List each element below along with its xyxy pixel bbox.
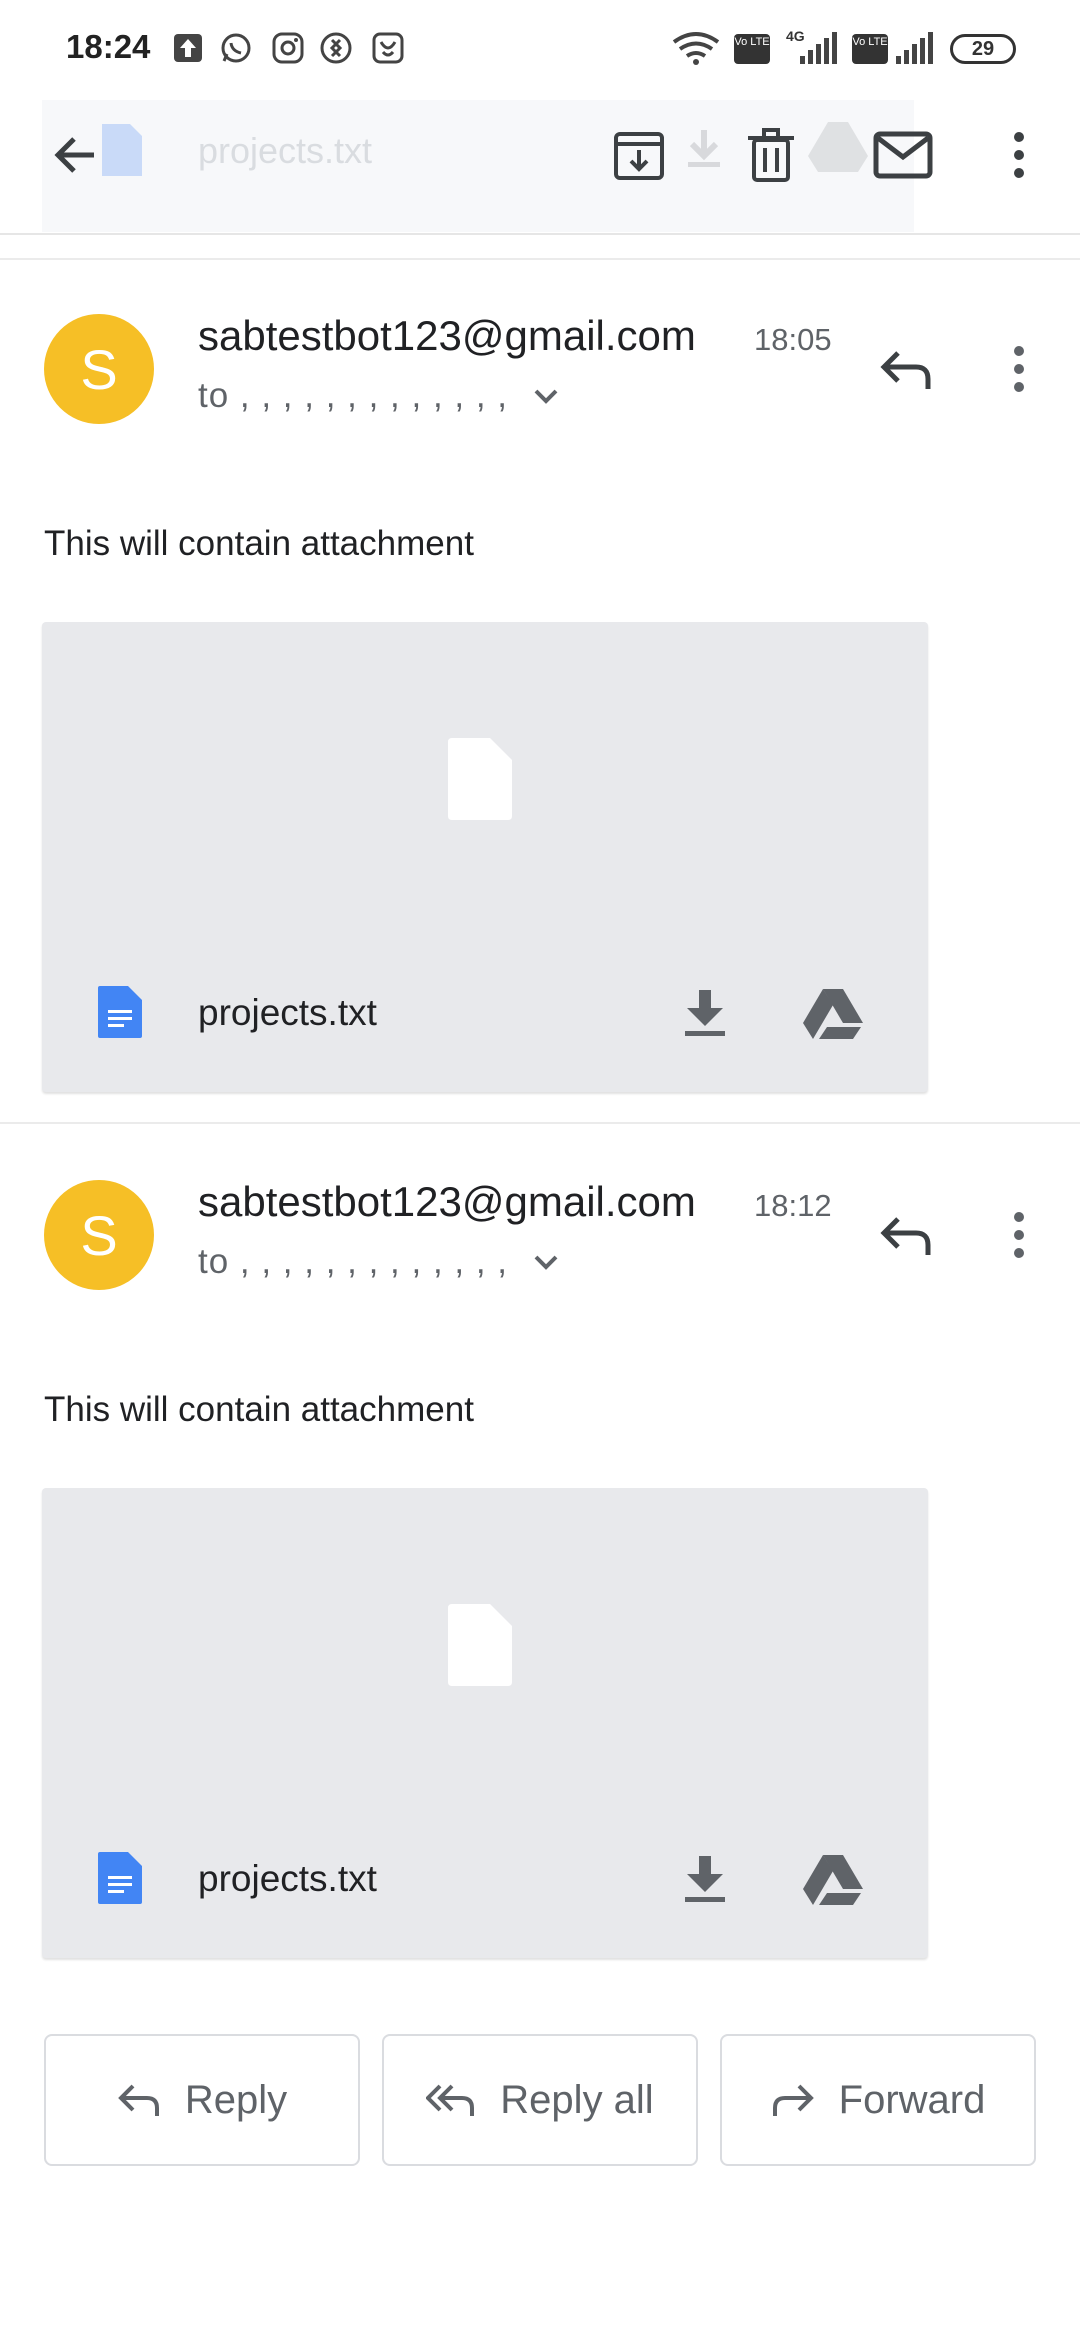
archive-button[interactable] xyxy=(604,120,674,190)
divider xyxy=(0,1122,1080,1124)
upload-icon xyxy=(174,34,202,62)
save-to-drive-button[interactable] xyxy=(798,1844,868,1914)
delete-button[interactable] xyxy=(736,120,806,190)
message-body: This will contain attachment xyxy=(44,524,474,563)
volte-badge-2: Vo LTE xyxy=(852,34,888,64)
recipients: to , , , , , , , , , , , , , xyxy=(198,376,509,415)
doc-icon xyxy=(98,986,142,1038)
more-options-button[interactable] xyxy=(984,120,1054,190)
mark-unread-icon xyxy=(873,131,933,179)
reply-label: Reply xyxy=(184,2077,288,2122)
more-options-icon xyxy=(1014,346,1024,392)
forward-label: Forward xyxy=(838,2077,986,2122)
attachment-file-name: projects.txt xyxy=(198,992,377,1033)
doc-icon xyxy=(98,1852,142,1904)
sender-email[interactable]: sabtestbot123@gmail.com xyxy=(198,1178,696,1226)
recipients: to , , , , , , , , , , , , , xyxy=(198,1242,509,1281)
instagram-icon xyxy=(272,32,304,64)
reply-all-icon xyxy=(426,2084,475,2116)
volte-badge-1: Vo LTE xyxy=(734,34,770,64)
drive-icon xyxy=(803,1855,863,1905)
reply-all-label: Reply all xyxy=(500,2077,654,2122)
reply-button[interactable] xyxy=(870,334,940,404)
signal-icon-2 xyxy=(896,32,933,64)
reply-icon xyxy=(880,351,931,389)
avatar[interactable]: S xyxy=(44,314,154,424)
message-body: This will contain attachment xyxy=(44,1390,474,1429)
forward-icon xyxy=(772,2084,814,2116)
back-button[interactable] xyxy=(40,120,110,190)
mark-unread-button[interactable] xyxy=(868,120,938,190)
reply-all-action-button[interactable]: Reply all xyxy=(382,2034,698,2166)
attachment-card[interactable]: projects.txt xyxy=(42,622,928,1092)
whatsapp-icon xyxy=(221,33,251,63)
signal-icon-1 xyxy=(800,32,837,64)
ghost-drive-icon xyxy=(808,122,868,172)
shazam-icon xyxy=(320,32,352,64)
battery-indicator: 29 xyxy=(950,34,1016,64)
drive-icon xyxy=(803,989,863,1039)
attachment-file-name: projects.txt xyxy=(198,1858,377,1899)
chevron-down-icon xyxy=(534,389,558,404)
file-preview-icon xyxy=(448,1604,512,1686)
download-icon xyxy=(685,990,725,1036)
divider xyxy=(0,258,1080,260)
battery-level: 29 xyxy=(971,37,995,60)
ghost-file-title: projects.txt xyxy=(198,130,373,171)
message-more-button[interactable] xyxy=(984,334,1054,404)
download-icon xyxy=(685,1856,725,1902)
download-button[interactable] xyxy=(670,1844,740,1914)
reply-icon xyxy=(880,1217,931,1255)
avatar[interactable]: S xyxy=(44,1180,154,1290)
status-bar: 18:24 Vo LTE 4G Vo LTE 29 xyxy=(0,0,1080,100)
reply-button[interactable] xyxy=(870,1200,940,1270)
back-icon xyxy=(54,137,94,173)
sender-email[interactable]: sabtestbot123@gmail.com xyxy=(198,312,696,360)
status-time: 18:24 xyxy=(66,28,151,65)
archive-icon xyxy=(614,132,664,180)
ghost-download-icon xyxy=(688,130,720,167)
recipients-row[interactable]: to , , , , , , , , , , , , , xyxy=(198,376,560,416)
more-options-icon xyxy=(1014,1212,1024,1258)
saavn-icon xyxy=(372,32,404,64)
save-to-drive-button[interactable] xyxy=(798,978,868,1048)
message-more-button[interactable] xyxy=(984,1200,1054,1270)
message-time: 18:12 xyxy=(754,1188,832,1223)
more-options-icon xyxy=(1014,132,1024,178)
reply-icon xyxy=(118,2084,159,2116)
attachment-card[interactable]: projects.txt xyxy=(42,1488,928,1958)
message-time: 18:05 xyxy=(754,322,832,357)
recipients-row[interactable]: to , , , , , , , , , , , , , xyxy=(198,1242,560,1282)
file-preview-icon xyxy=(448,738,512,820)
forward-action-button[interactable]: Forward xyxy=(720,2034,1036,2166)
chevron-down-icon xyxy=(534,1255,558,1270)
download-button[interactable] xyxy=(670,978,740,1048)
wifi-icon xyxy=(672,32,720,65)
reply-action-button[interactable]: Reply xyxy=(44,2034,360,2166)
delete-icon xyxy=(748,128,794,182)
